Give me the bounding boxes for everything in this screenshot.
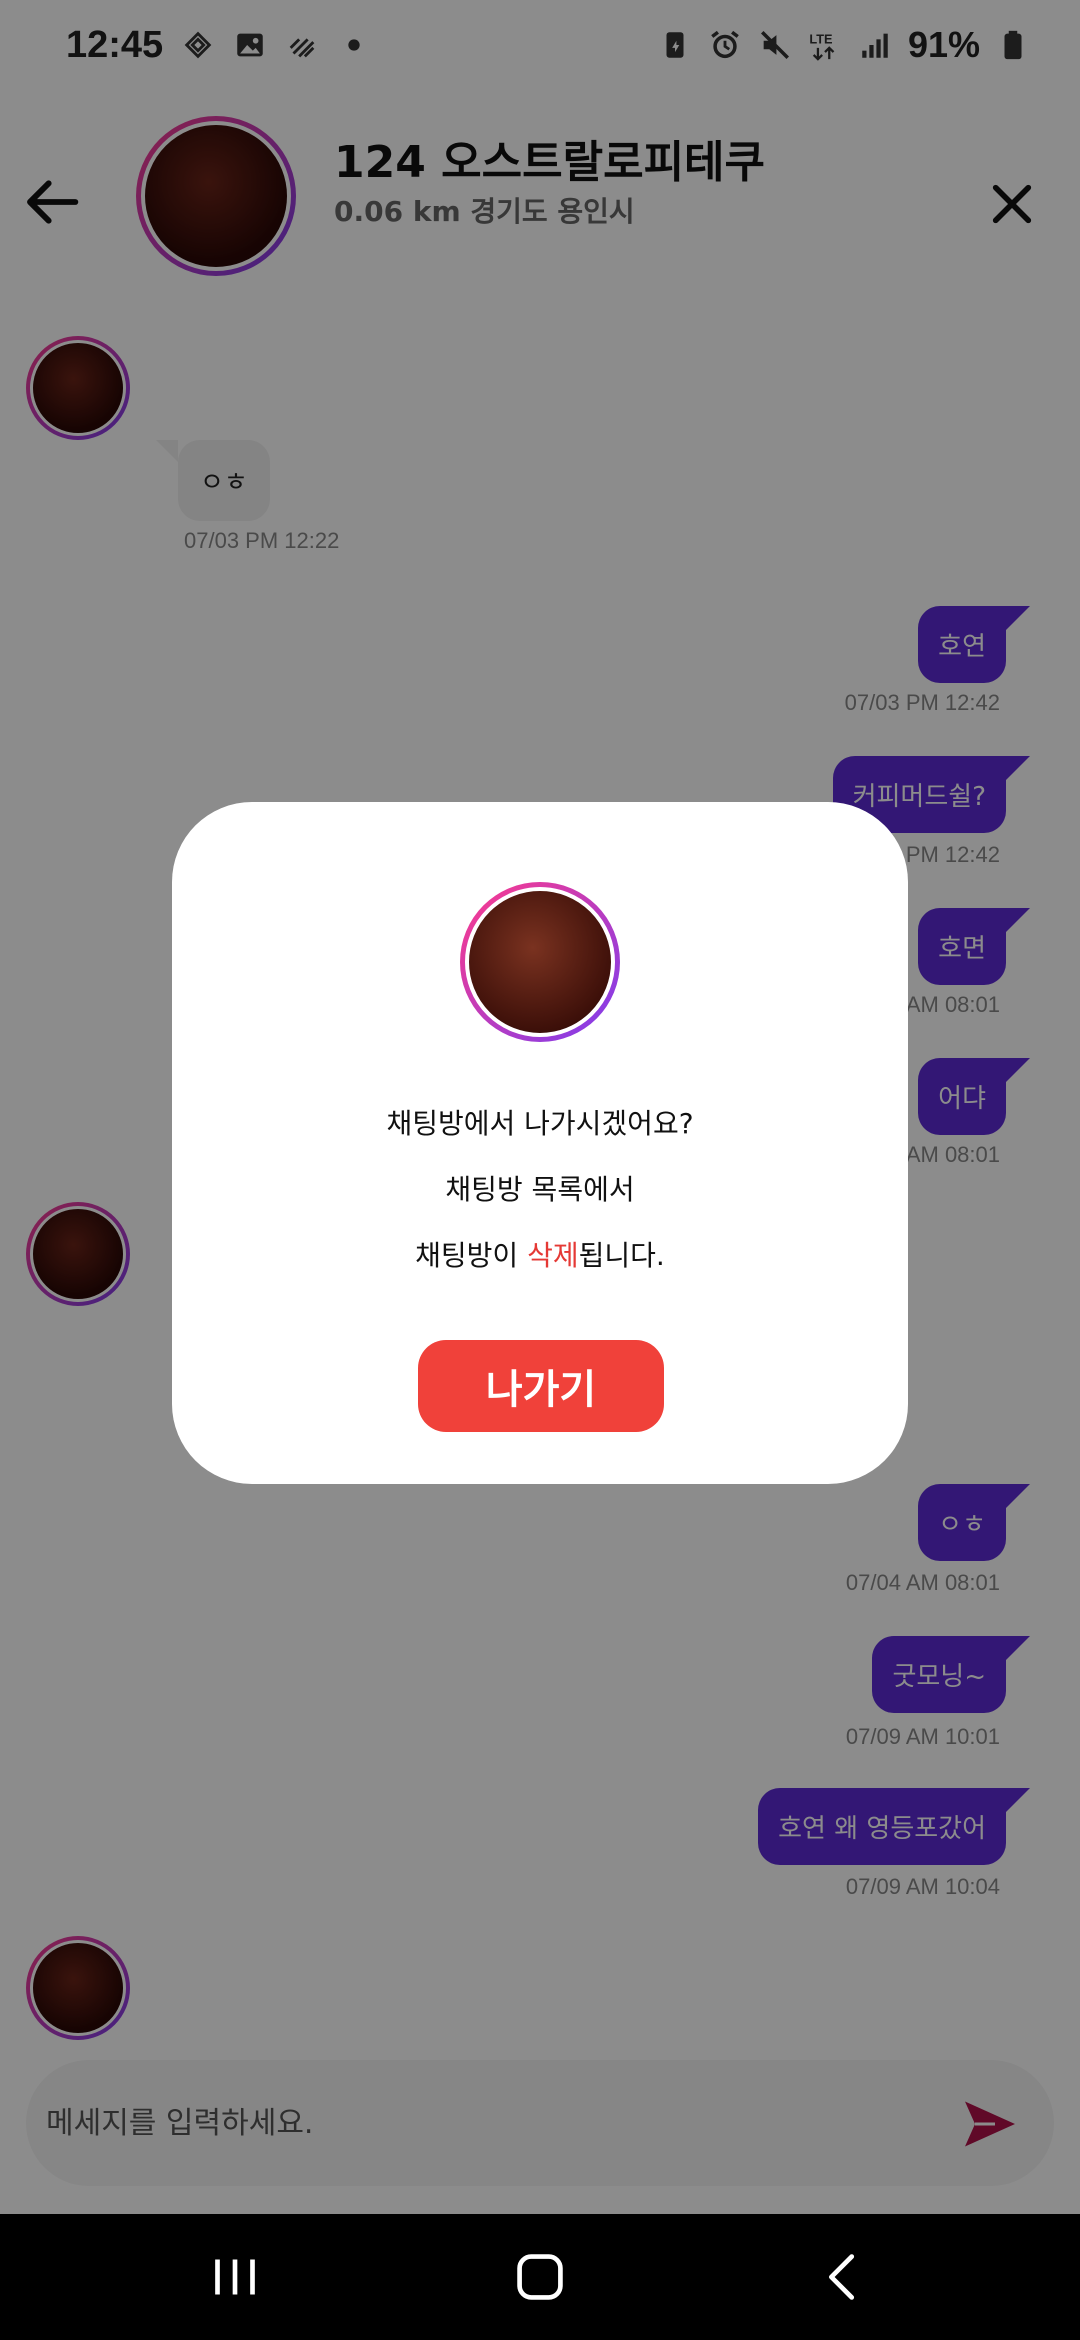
dialog-text: 됩니다.: [578, 1239, 665, 1272]
dialog-text: 채팅방이: [415, 1239, 528, 1272]
dialog-question: 채팅방에서 나가시겠어요?: [386, 1107, 694, 1140]
dialog-highlight-text: 삭제: [527, 1239, 579, 1272]
dialog-message-line: 채팅방이 삭제됩니다.: [172, 1234, 908, 1274]
dialog-message-line: 채팅방 목록에서: [445, 1173, 635, 1206]
dialog-avatar: [460, 882, 620, 1042]
recent-apps-icon[interactable]: [200, 2242, 270, 2312]
system-navigation-bar: [0, 2214, 1080, 2340]
back-icon[interactable]: [808, 2242, 878, 2312]
leave-chat-dialog: 채팅방에서 나가시겠어요? 채팅방 목록에서 채팅방이 삭제됩니다. 나가기: [172, 802, 908, 1484]
exit-button[interactable]: 나가기: [418, 1340, 664, 1432]
home-icon[interactable]: [505, 2242, 575, 2312]
